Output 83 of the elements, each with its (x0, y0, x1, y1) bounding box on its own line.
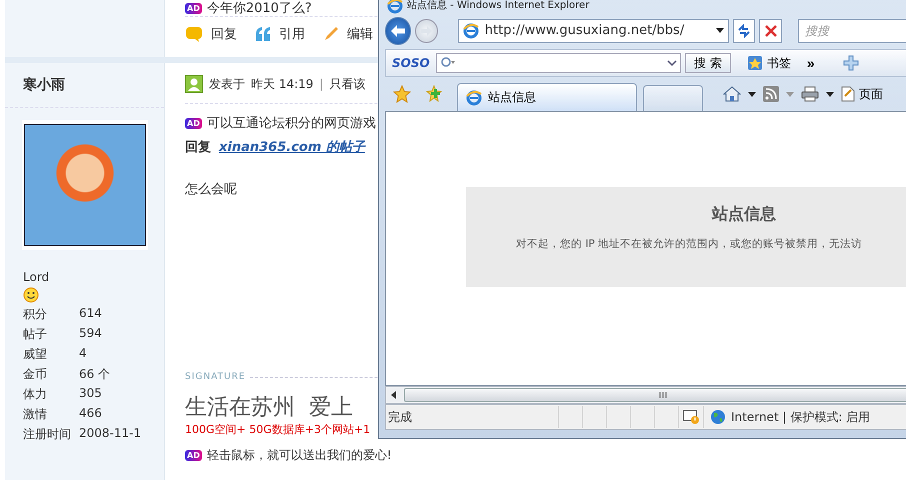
refresh-button[interactable] (732, 18, 756, 42)
stat-value: 466 (79, 406, 102, 422)
view-only-link[interactable]: 只看该 (329, 76, 366, 92)
stat-label: 体力 (23, 386, 48, 403)
status-text: 完成 (387, 408, 413, 426)
ad-text[interactable]: 轻击鼠标，就可以送出我们的爱心! (206, 447, 392, 464)
ad-badge: AD (185, 450, 202, 461)
ad-text: 今年你2010了么? (206, 0, 312, 17)
chevron-down-icon[interactable] (667, 59, 677, 67)
signature-label: SIGNATURE (185, 372, 246, 382)
browser-tab[interactable]: 站点信息 (457, 83, 637, 111)
refresh-icon (737, 24, 752, 38)
post-time: 昨天 14:19 (251, 76, 314, 92)
search-icon (440, 57, 456, 69)
warning-icon[interactable] (683, 410, 699, 424)
dropdown-caret-icon[interactable] (716, 28, 724, 33)
stat-value: 4 (79, 346, 87, 362)
page-edit-icon (841, 86, 855, 102)
message-text: 对不起，您的 IP 地址不在被允许的范围内，或您的账号被禁用，无法访 (516, 237, 862, 251)
bookmarks-menu[interactable]: 书签 (742, 54, 795, 72)
search-field[interactable]: 搜搜 (798, 18, 906, 42)
stop-button[interactable] (759, 18, 782, 42)
security-zone[interactable]: Internet | 保护模式: 启用 (731, 408, 870, 426)
quote-icon (255, 27, 271, 41)
toolbar-search-field[interactable] (436, 53, 681, 73)
pencil-icon (323, 26, 339, 42)
forward-button[interactable] (415, 18, 438, 42)
ie-logo-icon (387, 0, 403, 14)
stat-value: 594 (79, 326, 102, 342)
back-button[interactable] (385, 16, 412, 44)
signature-promo: 100G空间+ 50G数据库+3个网站+1 (185, 422, 370, 437)
globe-icon (710, 409, 726, 425)
more-button[interactable]: » (798, 55, 823, 71)
quote-button[interactable]: 引用 (255, 25, 305, 43)
stat-label: 积分 (23, 306, 48, 323)
stat-label: 金币 (23, 366, 48, 383)
post-body: 怎么会呢 (185, 181, 237, 198)
page-menu[interactable]: 页面 (841, 86, 883, 102)
address-field[interactable]: http://www.gusuxiang.net/bbs/ (458, 18, 729, 42)
stat-label: 帖子 (23, 326, 48, 343)
message-title: 站点信息 (712, 204, 776, 225)
toolbar-search-button[interactable]: 搜 索 (685, 53, 731, 73)
caret-icon[interactable] (826, 92, 834, 96)
printer-icon[interactable] (801, 86, 819, 102)
left-arrow-icon (390, 24, 406, 38)
reply-button[interactable]: 回复 (185, 25, 237, 43)
close-icon (764, 24, 777, 36)
scroll-thumb[interactable] (404, 388, 906, 402)
star-icon[interactable] (393, 85, 411, 103)
caret-icon[interactable] (748, 92, 756, 96)
ie-logo-icon (466, 90, 482, 106)
user-icon (185, 75, 203, 93)
stat-label: 注册时间 (23, 426, 72, 443)
page-icon (462, 22, 479, 38)
ad-badge: AD (185, 118, 202, 128)
stat-value: 2008-11-1 (79, 426, 142, 442)
edit-button[interactable]: 编辑 (323, 25, 373, 43)
username[interactable]: 寒小雨 (5, 63, 164, 107)
window-title: 站点信息 - Windows Internet Explorer (407, 0, 590, 12)
soso-logo: SOSO (391, 56, 431, 70)
horizontal-scrollbar[interactable] (385, 386, 906, 404)
right-arrow-icon (420, 26, 432, 36)
ad-badge: AD (185, 2, 202, 14)
user-rank: Lord (23, 270, 50, 284)
stat-label: 威望 (23, 346, 48, 363)
speech-bubble-icon (185, 26, 203, 42)
star-icon (746, 55, 763, 71)
rss-icon[interactable] (763, 86, 779, 102)
smiley-icon (23, 287, 39, 303)
scroll-left-icon[interactable] (390, 391, 398, 399)
home-icon[interactable] (723, 85, 741, 103)
separator-text: | (319, 77, 324, 91)
post-link[interactable]: xinan365.com 的帖子 (219, 138, 365, 156)
stat-label: 激情 (23, 406, 48, 423)
stat-value: 66 个 (79, 366, 110, 383)
reply-label: 回复 (185, 139, 211, 156)
grip-icon (658, 392, 666, 398)
ad-text: 可以互通论坛积分的网页游戏 (206, 115, 376, 132)
stat-value: 305 (79, 386, 102, 402)
stat-value: 614 (79, 306, 102, 322)
posted-label: 发表于 (209, 76, 245, 92)
signature-title: 生活在苏州 爱上 (185, 394, 353, 422)
plus-icon[interactable] (842, 55, 859, 71)
